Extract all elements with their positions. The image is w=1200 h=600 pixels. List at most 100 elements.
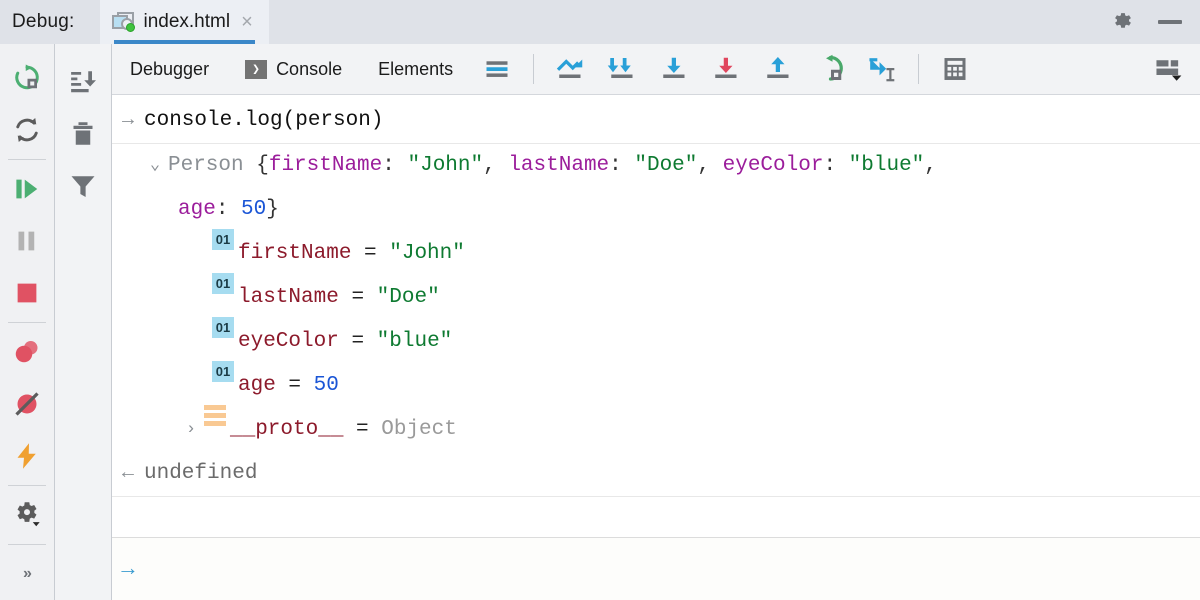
run-to-cursor-button[interactable] (804, 44, 856, 94)
debug-tool-window: Debug: index.html × (0, 0, 1200, 600)
tab-elements-label: Elements (378, 59, 453, 80)
debugger-action-rail: » (0, 44, 55, 600)
inline-prop-comma-1: , (697, 144, 722, 188)
gear-icon[interactable] (1110, 9, 1136, 35)
inline-prop-sep-2: : (823, 144, 848, 188)
window-controls (1110, 0, 1192, 44)
wrapped-prop-value-0: 50 (241, 188, 266, 232)
console-prompt-row[interactable]: → (112, 537, 1200, 600)
property-name: firstName (238, 232, 351, 276)
html-file-running-icon (112, 12, 134, 32)
inline-prop-value-2: "blue" (849, 144, 925, 188)
property-equals: = (356, 408, 369, 452)
stop-button[interactable] (5, 267, 49, 319)
settings-button[interactable] (5, 489, 49, 541)
field-badge-icon: 01 (212, 273, 234, 294)
table-row[interactable]: 01 eyeColor = "blue" (112, 320, 1200, 364)
inline-prop-comma-0: , (483, 144, 508, 188)
inline-prop-comma-2: , (924, 144, 937, 188)
wrapped-prop-key-0: age (178, 188, 216, 232)
force-run-to-cursor-button[interactable] (5, 430, 49, 482)
console-prompt-icon: ❯ (245, 60, 267, 79)
show-execution-point-button[interactable] (544, 44, 596, 94)
proto-badge-icon (204, 405, 226, 426)
force-step-into-button[interactable] (700, 44, 752, 94)
mute-breakpoints-button[interactable] (5, 378, 49, 430)
console-separator-2 (112, 496, 1200, 497)
inline-prop-sep-1: : (609, 144, 634, 188)
step-over-button[interactable] (596, 44, 648, 94)
table-row[interactable]: 01 lastName = "Doe" (112, 276, 1200, 320)
property-value: "blue" (377, 320, 453, 364)
chevron-right-icon[interactable]: › (178, 408, 204, 452)
console-view: → console.log(person) ⌄ Person { firstNa… (112, 95, 1200, 600)
console-return-row: ← undefined (112, 452, 1200, 496)
console-return-text: undefined (144, 452, 257, 496)
tab-console-label: Console (276, 59, 342, 80)
tab-debugger[interactable]: Debugger (112, 44, 227, 94)
table-row[interactable]: 01 age = 50 (112, 364, 1200, 408)
pause-program-button[interactable] (5, 215, 49, 267)
toolbar-divider-1 (533, 54, 534, 84)
field-badge-icon: 01 (212, 229, 234, 250)
property-equals: = (364, 232, 377, 276)
table-row[interactable]: › __proto__ = Object (112, 408, 1200, 452)
object-class-name: Person (168, 144, 244, 188)
property-name: age (238, 364, 276, 408)
toolbar-divider-2 (918, 54, 919, 84)
table-row[interactable]: 01 firstName = "John" (112, 232, 1200, 276)
tab-console[interactable]: ❯ Console (227, 44, 360, 94)
evaluate-expression-button[interactable] (856, 44, 908, 94)
property-value: "John" (389, 232, 465, 276)
property-equals: = (288, 364, 301, 408)
inline-prop-value-0: "John" (407, 144, 483, 188)
inline-prop-value-1: "Doe" (634, 144, 697, 188)
property-name: lastName (238, 276, 339, 320)
rerun-button[interactable] (5, 52, 49, 104)
layout-settings-button[interactable] (1142, 44, 1194, 94)
filter-button[interactable] (61, 160, 105, 212)
input-arrow-icon: → (112, 99, 144, 143)
property-equals: = (351, 320, 364, 364)
scroll-to-end-button[interactable] (61, 56, 105, 108)
toolbar-right-group (1142, 44, 1194, 94)
tool-window-body: » (0, 44, 1200, 600)
object-header-row[interactable]: ⌄ Person { firstName : "John" , lastName… (112, 144, 1200, 188)
field-badge-icon: 01 (212, 361, 234, 382)
console-toolbar: Debugger ❯ Console Elements (112, 44, 1200, 95)
property-name: eyeColor (238, 320, 339, 364)
prompt-arrow-icon: → (112, 557, 144, 582)
rail-divider-2 (8, 322, 46, 323)
tab-index-html[interactable]: index.html × (100, 0, 268, 44)
rail-divider-4 (8, 544, 46, 545)
property-value: 50 (314, 364, 339, 408)
console-command-row[interactable]: → console.log(person) (112, 99, 1200, 143)
inline-prop-sep-0: : (382, 144, 407, 188)
step-into-button[interactable] (648, 44, 700, 94)
output-arrow-icon: ← (112, 452, 144, 496)
clear-console-button[interactable] (61, 108, 105, 160)
panel-tabs: Debugger ❯ Console Elements (112, 44, 471, 94)
chevron-down-icon[interactable]: ⌄ (142, 144, 168, 188)
rail-overflow-label: » (23, 565, 31, 583)
view-breakpoints-button[interactable] (5, 326, 49, 378)
close-icon[interactable]: × (239, 12, 255, 32)
console-command-text: console.log(person) (144, 99, 383, 143)
calculator-button[interactable] (929, 44, 981, 94)
property-value: "Doe" (377, 276, 440, 320)
rail-overflow-button[interactable]: » (5, 548, 49, 600)
object-open-brace: { (256, 144, 269, 188)
resume-program-button[interactable] (5, 163, 49, 215)
console-output[interactable]: → console.log(person) ⌄ Person { firstNa… (112, 95, 1200, 537)
tab-elements[interactable]: Elements (360, 44, 471, 94)
console-layout-button[interactable] (471, 44, 523, 94)
inline-prop-key-1: lastName (508, 144, 609, 188)
step-out-button[interactable] (752, 44, 804, 94)
window-title: Debug: (0, 11, 74, 33)
inline-prop-key-2: eyeColor (723, 144, 824, 188)
console-panel: Debugger ❯ Console Elements (112, 44, 1200, 600)
object-header-wrap-row: age : 50 } (112, 188, 1200, 232)
minimize-icon[interactable] (1158, 20, 1182, 24)
tab-label: index.html (143, 11, 230, 33)
reload-page-button[interactable] (5, 104, 49, 156)
